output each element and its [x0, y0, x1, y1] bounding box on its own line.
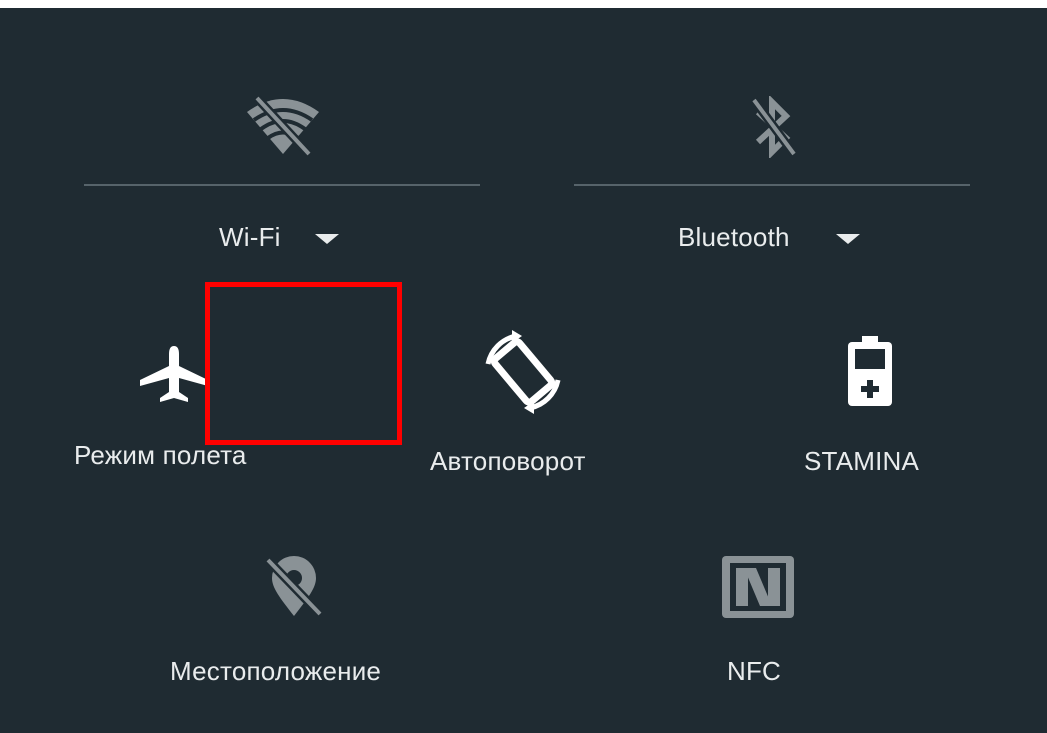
- bluetooth-label[interactable]: Bluetooth: [678, 222, 790, 253]
- screen-rotation-icon[interactable]: [478, 330, 568, 414]
- nfc-icon[interactable]: [722, 556, 794, 618]
- wifi-label[interactable]: Wi-Fi: [219, 222, 281, 253]
- wifi-dropdown-icon[interactable]: [315, 234, 339, 244]
- wifi-divider: [84, 184, 480, 186]
- battery-stamina-icon[interactable]: [842, 336, 898, 408]
- location-off-icon[interactable]: [262, 556, 326, 620]
- airplane-icon[interactable]: [138, 344, 210, 404]
- autorotate-label[interactable]: Автоповорот: [430, 446, 586, 477]
- wifi-off-icon[interactable]: [245, 94, 321, 158]
- bluetooth-off-icon[interactable]: [746, 96, 802, 158]
- stamina-label[interactable]: STAMINA: [804, 446, 919, 477]
- location-label[interactable]: Местоположение: [170, 656, 381, 687]
- nfc-label[interactable]: NFC: [727, 656, 781, 687]
- selection-highlight-box: [205, 282, 402, 445]
- bluetooth-dropdown-icon[interactable]: [836, 234, 860, 244]
- quick-settings-panel: Wi-Fi Bluetooth Режим полета Автоповорот…: [0, 8, 1047, 733]
- bluetooth-divider: [574, 184, 970, 186]
